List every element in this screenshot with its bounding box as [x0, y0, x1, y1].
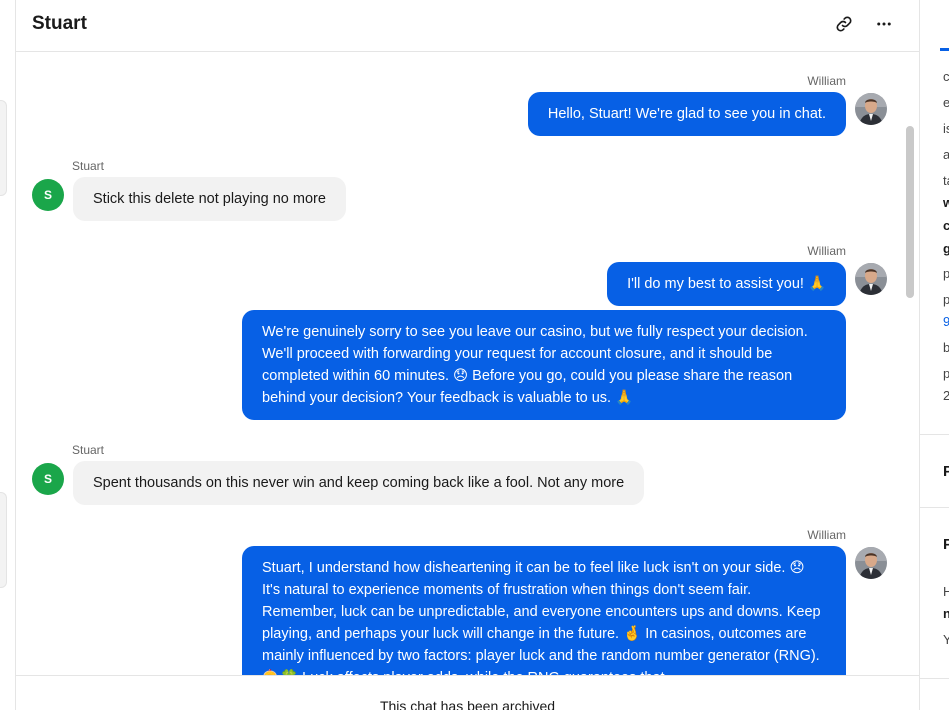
- link-icon: [835, 15, 853, 38]
- sender-name: William: [807, 528, 846, 542]
- details-text: b: [943, 340, 949, 355]
- more-options-button[interactable]: [870, 12, 898, 40]
- left-list-card[interactable]: [0, 492, 7, 588]
- message-list[interactable]: William Hello, Stuart! We're glad to see…: [16, 53, 919, 675]
- visitor-avatar: S: [32, 179, 64, 211]
- visitor-message-bubble: Spent thousands on this never win and ke…: [73, 461, 645, 505]
- details-text: H: [943, 584, 949, 599]
- archived-notice: This chat has been archived: [379, 698, 556, 710]
- chat-header: Stuart: [16, 0, 919, 52]
- details-text: g: [943, 241, 949, 256]
- details-text: c: [943, 218, 949, 233]
- details-text: 2: [943, 388, 949, 403]
- details-text: p: [943, 266, 949, 281]
- details-text: p: [943, 292, 949, 307]
- sender-name: William: [807, 74, 846, 88]
- chat-footer: This chat has been archived: [16, 675, 919, 710]
- agent-avatar: [855, 263, 887, 295]
- sender-name: Stuart: [72, 159, 105, 173]
- details-text: Y: [943, 632, 949, 647]
- agent-message-bubble: Stuart, I understand how disheartening i…: [242, 546, 846, 675]
- details-text: n: [943, 606, 949, 621]
- details-text: is: [943, 121, 949, 136]
- divider: [920, 507, 949, 508]
- details-text: c: [943, 69, 949, 84]
- details-link[interactable]: 9: [943, 314, 949, 329]
- left-sidebar-edge: [0, 0, 16, 710]
- section-heading[interactable]: P: [943, 463, 949, 480]
- sender-name: William: [807, 244, 846, 258]
- more-horizontal-icon: [875, 15, 893, 38]
- agent-message-bubble: Hello, Stuart! We're glad to see you in …: [527, 92, 846, 136]
- agent-avatar: [855, 93, 887, 125]
- copy-link-button[interactable]: [830, 12, 858, 40]
- sender-name: Stuart: [72, 443, 105, 457]
- details-panel: c e is a ta w c g p p 9 b p 2 P P H n Y: [919, 0, 949, 710]
- agent-message-bubble: We're genuinely sorry to see you leave o…: [242, 310, 846, 420]
- chat-window: Stuart William Hello, Stuart! We're glad…: [0, 0, 949, 710]
- details-text: a: [943, 147, 949, 162]
- details-text: p: [943, 366, 949, 381]
- section-heading[interactable]: P: [943, 536, 949, 553]
- chat-scrollbar-thumb[interactable]: [906, 126, 914, 298]
- divider: [920, 434, 949, 435]
- details-text: e: [943, 95, 949, 110]
- agent-message-bubble: I'll do my best to assist you! 🙏: [607, 262, 846, 306]
- details-text: w: [943, 195, 949, 210]
- details-text: ta: [943, 173, 949, 188]
- visitor-avatar: S: [32, 463, 64, 495]
- active-tab-indicator[interactable]: [940, 48, 949, 51]
- chat-title: Stuart: [32, 13, 87, 34]
- agent-avatar: [855, 547, 887, 579]
- visitor-message-bubble: Stick this delete not playing no more: [73, 177, 346, 221]
- left-list-card[interactable]: [0, 100, 7, 196]
- divider: [920, 678, 949, 679]
